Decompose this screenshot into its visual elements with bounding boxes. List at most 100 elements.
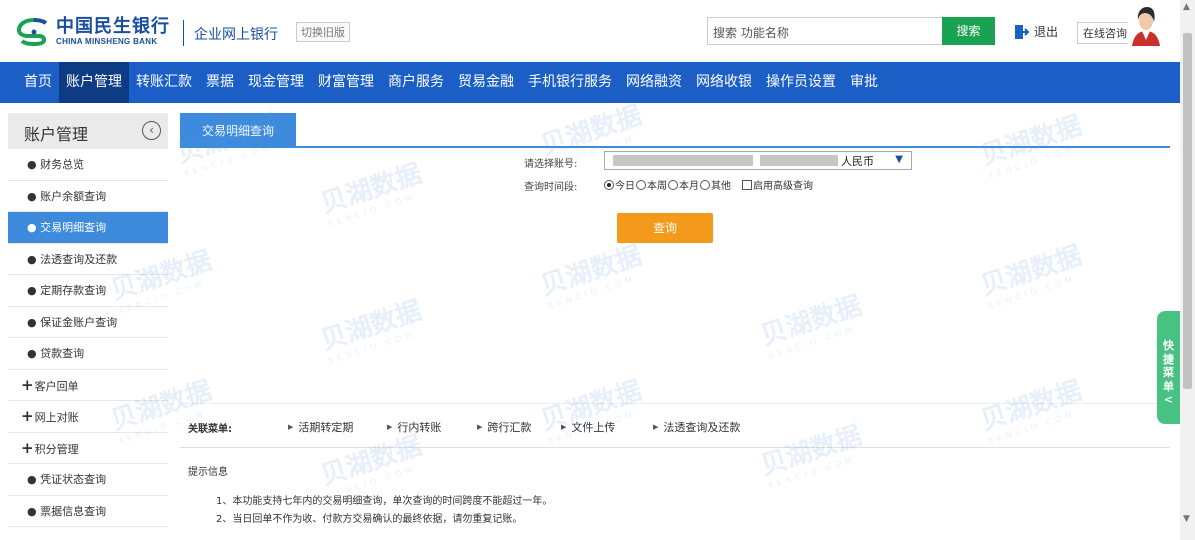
- quick-menu-char: 快: [1163, 339, 1174, 352]
- tab-transaction-details[interactable]: 交易明细查询: [180, 113, 296, 146]
- sidebar-group[interactable]: +积分管理: [8, 433, 168, 464]
- related-link[interactable]: ▶ 行内转账: [387, 419, 441, 435]
- period-radio[interactable]: [668, 179, 678, 190]
- header: 中国民生银行 CHINA MINSHENG BANK 企业网上银行 切换旧版 搜…: [0, 0, 1195, 62]
- sidebar: 账户管理 ‹ ● 财务总览 ● 账户余额查询 ● 交易明细查询 ● 法透查询及还款 ● …: [8, 113, 168, 540]
- sidebar-item-label: ● 财务总览: [27, 158, 85, 171]
- arrow-right-icon: ▶: [653, 423, 659, 431]
- account-label: 请选择账号:: [524, 159, 578, 170]
- related-link[interactable]: ▶ 文件上传: [561, 419, 615, 435]
- nav-item-10[interactable]: 网络收银: [689, 62, 759, 103]
- related-link[interactable]: ▶ 跨行汇款: [477, 419, 531, 435]
- period-radio[interactable]: [636, 179, 646, 190]
- expand-plus-icon: +: [21, 438, 34, 457]
- search-input[interactable]: 搜索 功能名称: [707, 17, 942, 45]
- scroll-down-icon[interactable]: ▼: [1183, 514, 1190, 524]
- related-link-label: 法透查询及还款: [663, 421, 741, 434]
- nav-item-1[interactable]: 账户管理: [59, 62, 129, 103]
- nav-item-3[interactable]: 票据: [199, 62, 241, 103]
- nav-item-8[interactable]: 手机银行服务: [521, 62, 619, 103]
- advanced-query-label: 启用高级查询: [753, 181, 813, 192]
- related-menu: 关联菜单: ▶ 活期转定期 ▶ 行内转账 ▶ 跨行汇款 ▶ 文件上传 ▶ 法透查询及还款: [180, 403, 1170, 448]
- switch-old-version-button[interactable]: 切换旧版: [296, 22, 350, 42]
- sidebar-item-label: ● 交易明细查询: [27, 221, 107, 234]
- period-radio[interactable]: [604, 179, 614, 190]
- nav-item-0[interactable]: 首页: [17, 62, 59, 103]
- sidebar-item[interactable]: ● 保证金账户查询: [8, 307, 168, 338]
- period-option-label: 本月: [679, 181, 699, 192]
- period-label: 查询时间段:: [524, 182, 578, 193]
- related-link-label: 文件上传: [571, 421, 616, 434]
- watermark: 贝湖数据XENCIO.COM: [537, 240, 646, 311]
- sidebar-item-label: ● 定期存款查询: [27, 284, 107, 297]
- online-consult-button[interactable]: 在线咨询: [1077, 22, 1133, 44]
- sidebar-item[interactable]: ● 财务总览: [8, 149, 168, 181]
- logout-label: 退出: [1034, 25, 1059, 39]
- sidebar-item-label: ● 票据信息查询: [27, 504, 107, 518]
- nav-item-2[interactable]: 转账汇款: [129, 62, 199, 103]
- nav-item-4[interactable]: 现金管理: [241, 62, 311, 103]
- sidebar-group[interactable]: +网上对账: [8, 401, 168, 433]
- tip-line-2: 2、当日回单不作为收、付款方交易确认的最终依据，请勿重复记账。: [216, 514, 523, 525]
- tip-line-1: 1、本功能支持七年内的交易明细查询，单次查询的时间跨度不能超过一年。: [216, 496, 553, 507]
- sidebar-header: 账户管理 ‹: [8, 113, 168, 149]
- sidebar-item-label: ● 凭证状态查询: [27, 473, 107, 486]
- nav-item-5[interactable]: 财富管理: [311, 62, 381, 103]
- sidebar-item-label: ● 账户余额查询: [27, 189, 107, 203]
- arrow-right-icon: ▶: [561, 423, 567, 431]
- nav-item-12[interactable]: 审批: [843, 62, 885, 103]
- related-link[interactable]: ▶ 活期转定期: [288, 419, 353, 435]
- sidebar-group[interactable]: +客户回单: [8, 370, 168, 401]
- scroll-thumb[interactable]: [1183, 33, 1192, 389]
- arrow-right-icon: ▶: [288, 423, 294, 431]
- quick-menu-char: 捷: [1163, 352, 1174, 366]
- nav-item-7[interactable]: 贸易金融: [451, 62, 521, 103]
- tips-title: 提示信息: [188, 467, 228, 478]
- nav-item-6[interactable]: 商户服务: [381, 62, 451, 103]
- scroll-up-icon[interactable]: ▲: [1183, 2, 1190, 12]
- quick-menu-tab[interactable]: 快捷菜单 <: [1157, 311, 1180, 424]
- logout-button[interactable]: 退出: [1015, 23, 1058, 40]
- corp-bank-title: 企业网上银行: [194, 27, 278, 43]
- search-button[interactable]: 搜索: [942, 17, 995, 45]
- sidebar-item-label: 客户回单: [34, 379, 79, 393]
- sidebar-item[interactable]: ● 交易明细查询: [8, 212, 168, 244]
- tab-bar: 交易明细查询: [180, 113, 1170, 148]
- sidebar-item-label: ● 保证金账户查询: [27, 315, 118, 329]
- nav-item-11[interactable]: 操作员设置: [759, 62, 843, 103]
- query-button[interactable]: 查询: [617, 213, 713, 243]
- account-select[interactable]: 人民币 ▼: [604, 151, 912, 170]
- quick-menu-char: 菜: [1163, 366, 1174, 379]
- sidebar-item-label: 网上对账: [34, 411, 79, 424]
- page-scrollbar[interactable]: ▲ ▼: [1180, 0, 1195, 540]
- sidebar-item-label: ● 贷款查询: [27, 347, 85, 360]
- logout-icon: [1015, 24, 1029, 39]
- sidebar-item[interactable]: ● 贷款查询: [8, 338, 168, 370]
- sidebar-list: ● 财务总览 ● 账户余额查询 ● 交易明细查询 ● 法透查询及还款 ● 定期存款查询 ●…: [8, 149, 168, 527]
- period-option-label: 其他: [711, 181, 731, 192]
- bank-logo[interactable]: 中国民生银行 CHINA MINSHENG BANK: [16, 17, 170, 47]
- sidebar-item[interactable]: ● 账户余额查询: [8, 181, 168, 212]
- customer-service-avatar[interactable]: [1128, 4, 1164, 46]
- watermark: 贝湖数据XENCIO.COM: [317, 295, 426, 366]
- related-link[interactable]: ▶ 法透查询及还款: [653, 419, 740, 435]
- sidebar-title: 账户管理: [24, 125, 89, 144]
- sidebar-item[interactable]: ● 法透查询及还款: [8, 244, 168, 275]
- sidebar-item[interactable]: ● 票据信息查询: [8, 496, 168, 527]
- watermark: 贝湖数据XENCIO.COM: [317, 158, 426, 229]
- quick-menu-char: <: [1163, 393, 1174, 406]
- collapse-left-icon[interactable]: ‹: [142, 121, 161, 140]
- quick-menu-char: 单: [1163, 379, 1174, 393]
- advanced-query-checkbox[interactable]: [742, 179, 752, 190]
- logo-divider: [183, 20, 184, 46]
- arrow-right-icon: ▶: [477, 423, 483, 431]
- related-link-label: 跨行汇款: [487, 421, 532, 434]
- arrow-right-icon: ▶: [387, 423, 393, 431]
- sidebar-item[interactable]: ● 定期存款查询: [8, 275, 168, 307]
- main-nav: 首页 账户管理 转账汇款 票据 现金管理 财富管理 商户服务 贸易金融 手机银行服务 网络融资 网络…: [0, 62, 1180, 103]
- related-menu-label: 关联菜单:: [188, 424, 232, 435]
- nav-item-9[interactable]: 网络融资: [619, 62, 689, 103]
- dropdown-arrow-icon: ▼: [895, 154, 903, 165]
- period-radio[interactable]: [700, 179, 710, 190]
- sidebar-item[interactable]: ● 凭证状态查询: [8, 464, 168, 496]
